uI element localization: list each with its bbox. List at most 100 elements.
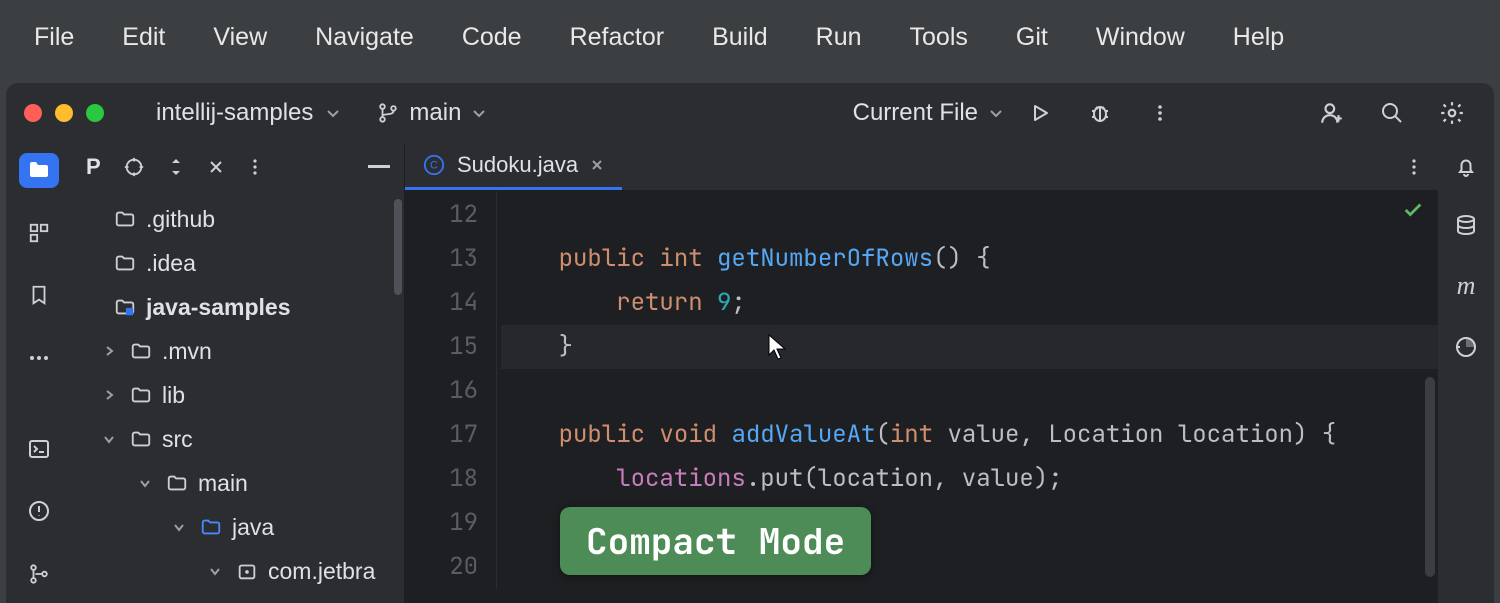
folder-icon: [130, 340, 152, 362]
git-icon: [28, 563, 50, 585]
line-number[interactable]: 15: [405, 325, 478, 369]
close-icon: [590, 158, 604, 172]
structure-tool-button[interactable]: [19, 216, 59, 251]
project-tool-button[interactable]: [19, 153, 59, 188]
line-number[interactable]: 18: [405, 457, 478, 501]
editor: C Sudoku.java 121314151617181920 public …: [405, 143, 1438, 603]
tree-item-label: main: [198, 470, 248, 497]
line-number[interactable]: 12: [405, 193, 478, 237]
menu-git[interactable]: Git: [992, 17, 1072, 58]
tree-item[interactable]: .github: [72, 197, 404, 241]
menu-view[interactable]: View: [189, 17, 291, 58]
debug-button[interactable]: [1086, 99, 1114, 127]
bug-icon: [1088, 101, 1112, 125]
more-tool-button[interactable]: [19, 341, 59, 376]
code-area[interactable]: 121314151617181920 public int getNumberO…: [405, 191, 1438, 589]
gutter[interactable]: 121314151617181920: [405, 191, 497, 589]
tree-item-label: lib: [162, 382, 185, 409]
menu-run[interactable]: Run: [792, 17, 886, 58]
search-everywhere-button[interactable]: [1378, 99, 1406, 127]
hide-panel-button[interactable]: [368, 165, 390, 169]
chevron-icon: [86, 294, 104, 321]
menu-file[interactable]: File: [10, 17, 98, 58]
project-name-label: intellij-samples: [156, 99, 313, 127]
tree-item[interactable]: src: [72, 417, 404, 461]
menu-code[interactable]: Code: [438, 17, 546, 58]
tree-item-label: .idea: [146, 250, 196, 277]
problems-tool-button[interactable]: [19, 494, 59, 529]
tree-item[interactable]: main: [72, 461, 404, 505]
folder-icon: [236, 560, 258, 582]
line-number[interactable]: 13: [405, 237, 478, 281]
code-line[interactable]: public void addValueAt(int value, Locati…: [501, 413, 1438, 457]
menu-build[interactable]: Build: [688, 17, 792, 58]
panel-scrollbar[interactable]: [394, 199, 402, 295]
folder-icon: [27, 158, 51, 182]
play-icon: [1028, 101, 1052, 125]
warning-icon: [27, 499, 51, 523]
menu-refactor[interactable]: Refactor: [546, 17, 688, 58]
line-number[interactable]: 14: [405, 281, 478, 325]
tree-item[interactable]: .mvn: [72, 329, 404, 373]
select-opened-file-button[interactable]: [123, 156, 145, 178]
code-with-me-button[interactable]: [1318, 99, 1346, 127]
panel-options-button[interactable]: [247, 157, 263, 177]
close-window-button[interactable]: [24, 104, 42, 122]
settings-button[interactable]: [1438, 99, 1466, 127]
code-line[interactable]: public int getNumberOfRows() {: [501, 237, 1438, 281]
bookmarks-tool-button[interactable]: [19, 278, 59, 313]
more-vertical-icon: [1406, 157, 1422, 177]
menu-edit[interactable]: Edit: [98, 17, 189, 58]
code-line[interactable]: }: [501, 325, 1438, 369]
tree-item[interactable]: java-samples: [72, 285, 404, 329]
checkmark-icon: [1402, 199, 1424, 221]
run-config-dropdown[interactable]: Current File: [853, 99, 1004, 127]
tree-item-label: java: [232, 514, 274, 541]
maven-tool-button[interactable]: m: [1457, 271, 1476, 301]
menu-navigate[interactable]: Navigate: [291, 17, 438, 58]
more-vertical-icon: [1150, 103, 1170, 123]
notifications-button[interactable]: [1454, 155, 1478, 179]
terminal-icon: [27, 437, 51, 461]
line-number[interactable]: 20: [405, 545, 478, 589]
tree-item[interactable]: com.jetbra: [72, 549, 404, 593]
chevron-icon: [86, 250, 104, 277]
more-actions-button[interactable]: [1146, 99, 1174, 127]
code-line[interactable]: return 9;: [501, 281, 1438, 325]
project-tree[interactable]: .github .idea java-samples .mvn lib src main ja…: [72, 191, 404, 599]
minimize-window-button[interactable]: [55, 104, 73, 122]
tree-item[interactable]: .idea: [72, 241, 404, 285]
tree-item-label: .mvn: [162, 338, 212, 365]
code-line[interactable]: locations.put(location, value);: [501, 457, 1438, 501]
inspection-status[interactable]: [1402, 199, 1424, 221]
menu-tools[interactable]: Tools: [886, 17, 992, 58]
code-line[interactable]: [501, 369, 1438, 413]
run-button[interactable]: [1026, 99, 1054, 127]
expand-all-button[interactable]: [167, 156, 185, 178]
tree-item[interactable]: lib: [72, 373, 404, 417]
project-dropdown[interactable]: intellij-samples: [156, 99, 341, 127]
terminal-tool-button[interactable]: [19, 431, 59, 466]
menu-help[interactable]: Help: [1209, 17, 1308, 58]
maximize-window-button[interactable]: [86, 104, 104, 122]
menu-window[interactable]: Window: [1072, 17, 1209, 58]
expand-icon: [167, 156, 185, 178]
line-number[interactable]: 16: [405, 369, 478, 413]
git-branch-dropdown[interactable]: main: [377, 99, 487, 127]
editor-scrollbar[interactable]: [1425, 377, 1435, 577]
person-add-icon: [1319, 100, 1345, 126]
close-tab-button[interactable]: [590, 158, 604, 172]
os-menu-bar: File Edit View Navigate Code Refactor Bu…: [0, 0, 1500, 75]
line-number[interactable]: 17: [405, 413, 478, 457]
tree-item[interactable]: java: [72, 505, 404, 549]
database-tool-button[interactable]: [1454, 213, 1478, 237]
code-line[interactable]: [501, 193, 1438, 237]
vcs-tool-button[interactable]: [19, 556, 59, 591]
chevron-icon: [102, 432, 120, 446]
tab-more-button[interactable]: [1406, 157, 1422, 177]
coverage-tool-button[interactable]: [1454, 335, 1478, 359]
collapse-all-button[interactable]: [207, 158, 225, 176]
line-number[interactable]: 19: [405, 501, 478, 545]
project-panel: P .github.ideajava-samples.mvnlibsrcmain…: [72, 143, 405, 603]
editor-tab[interactable]: C Sudoku.java: [405, 143, 622, 190]
